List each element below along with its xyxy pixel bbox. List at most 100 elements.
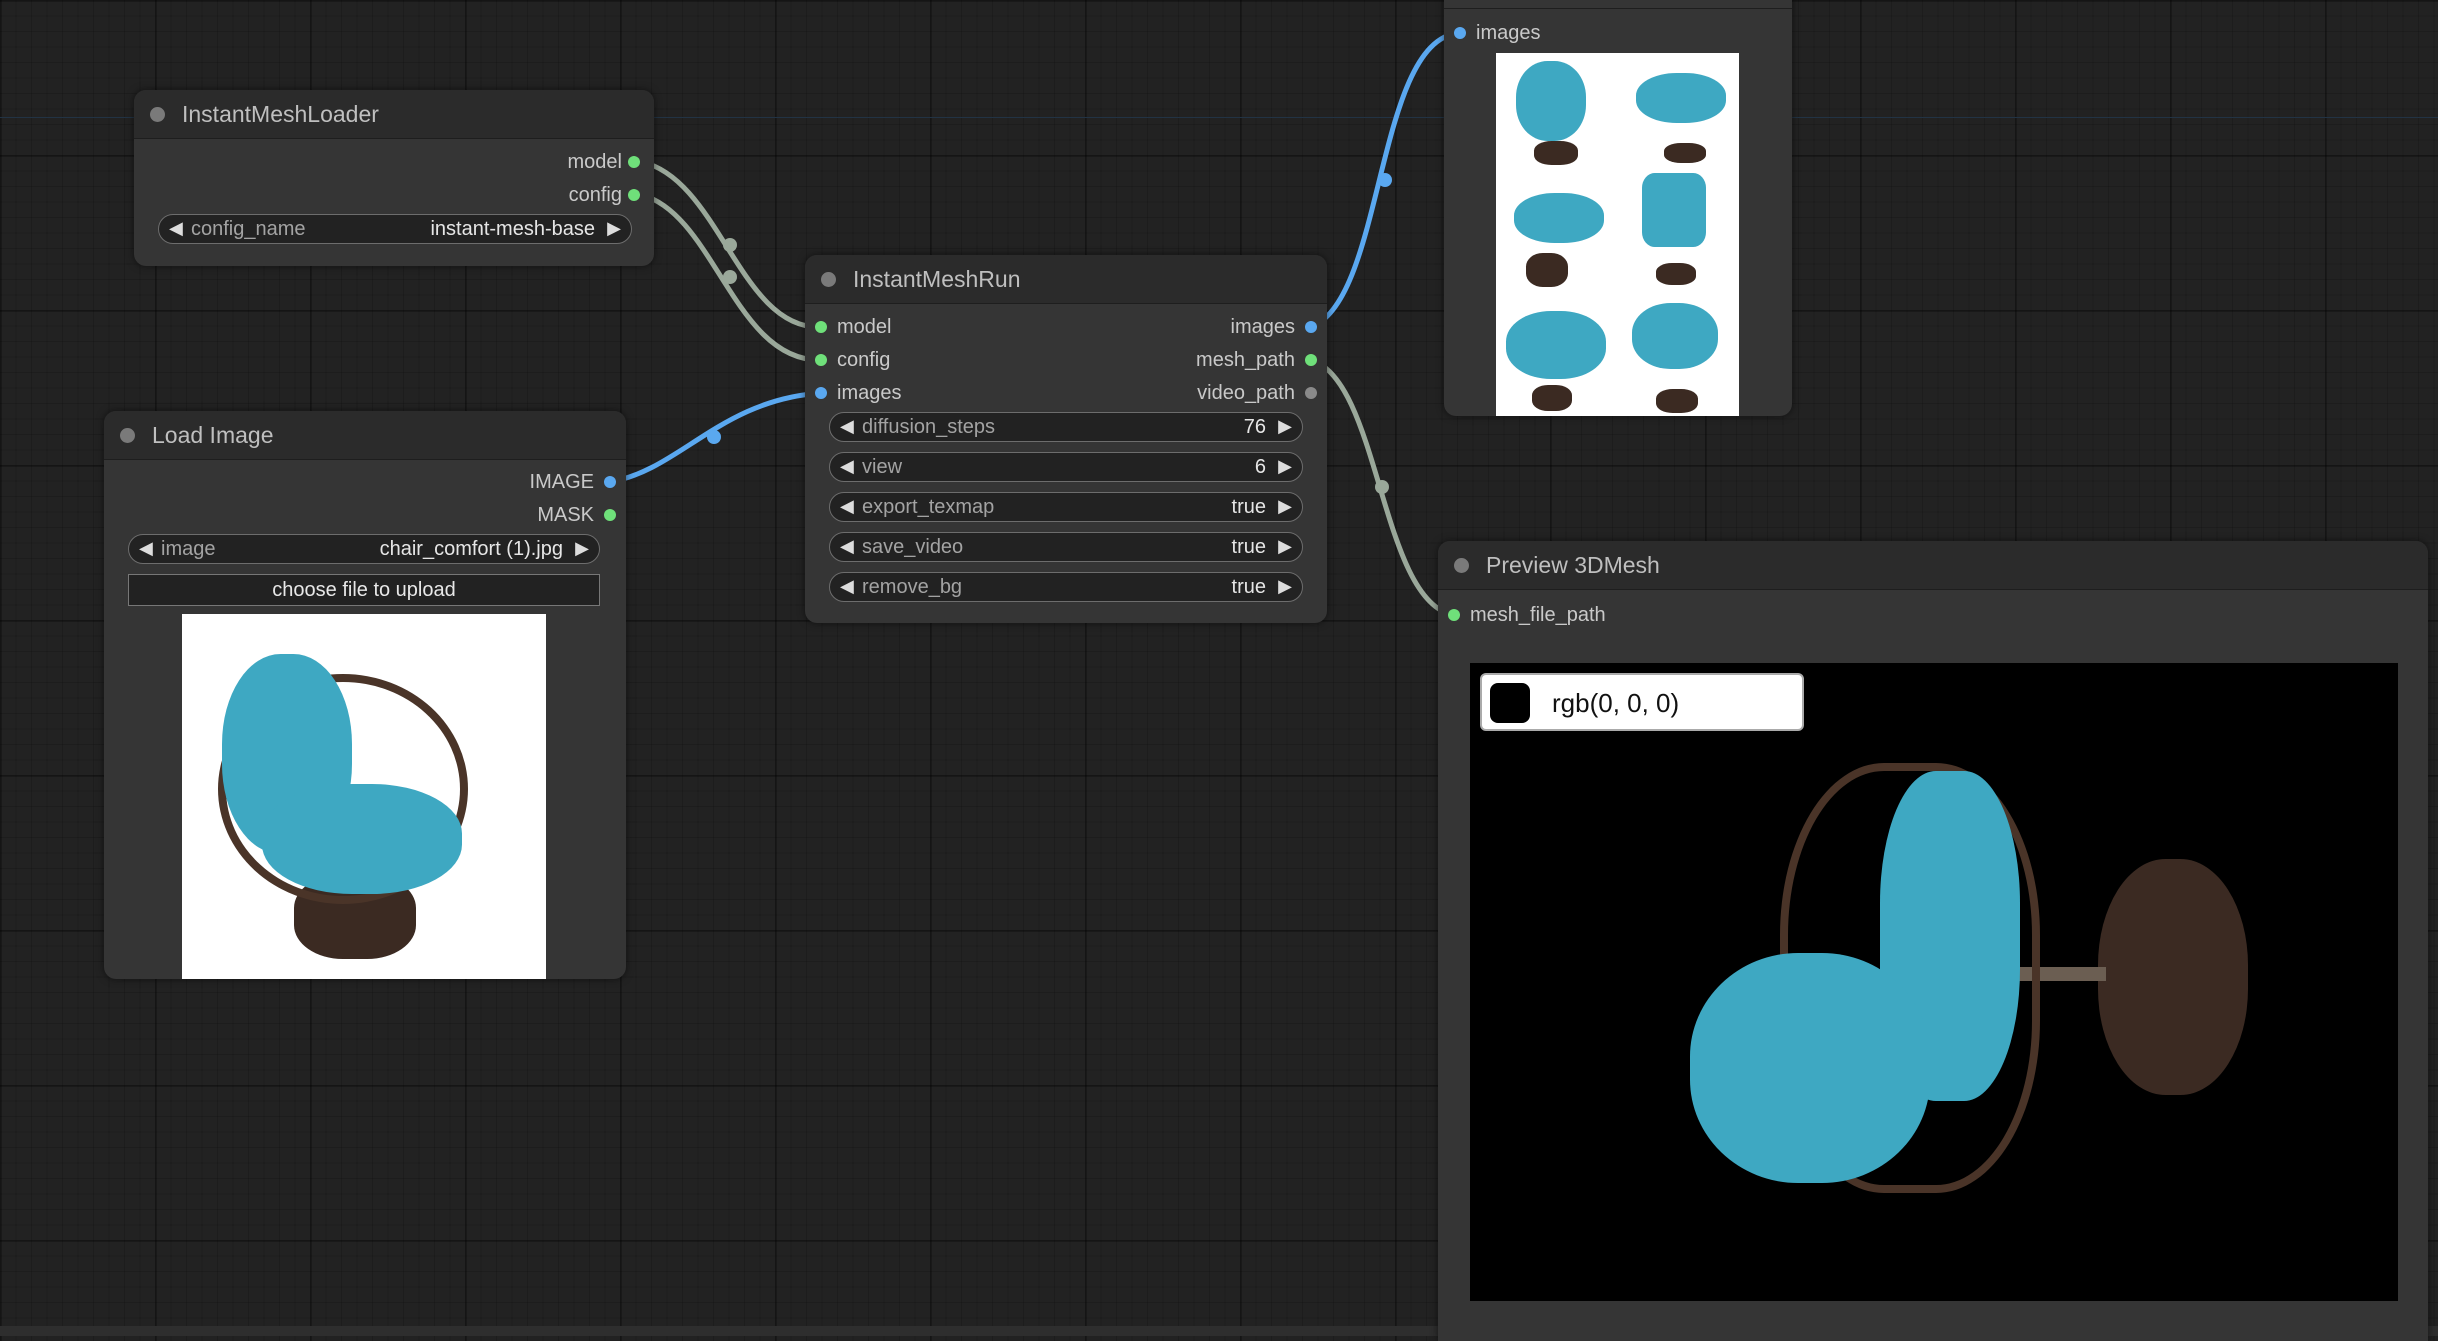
triangle-right-icon[interactable]: ▶ [1278, 416, 1292, 437]
triangle-right-icon[interactable]: ▶ [1278, 456, 1292, 477]
output-label-config: config [568, 184, 622, 206]
output-slot-mask[interactable] [604, 509, 616, 521]
widget-label: diffusion_steps [862, 416, 996, 438]
node-title: InstantMeshLoader [182, 101, 379, 127]
widget-label: image [161, 538, 216, 560]
triangle-left-icon[interactable]: ◀ [139, 538, 153, 559]
input-label-config: config [837, 349, 891, 371]
node-load-image[interactable]: Load Image IMAGE MASK ◀ image chair_comf… [104, 411, 626, 979]
output-label-model: model [567, 151, 622, 173]
node-title-bar[interactable]: Preview 3DMesh [1438, 541, 2428, 590]
triangle-left-icon[interactable]: ◀ [840, 496, 854, 517]
widget-value: true [1231, 536, 1266, 558]
circle-dot-icon[interactable] [120, 428, 135, 443]
circle-dot-icon[interactable] [150, 107, 165, 122]
view-3-base [1526, 253, 1568, 287]
output-slot-mesh-path[interactable] [1305, 354, 1317, 366]
view-5-cushion [1506, 311, 1606, 379]
node-instant-mesh-loader[interactable]: InstantMeshLoader model config ◀ config_… [134, 90, 654, 266]
output-label-video-path: video_path [1197, 382, 1295, 404]
widget-remove-bg[interactable]: ◀ remove_bg true ▶ [829, 572, 1303, 602]
output-label-mask: MASK [537, 504, 594, 526]
circle-dot-icon[interactable] [1454, 558, 1469, 573]
chair-cushion-seat [262, 784, 462, 894]
color-swatch[interactable] [1490, 683, 1530, 723]
output-label-mesh-path: mesh_path [1196, 349, 1295, 371]
node-instant-mesh-run[interactable]: InstantMeshRun model config images image… [805, 255, 1327, 623]
reroute-dot-mesh [1375, 480, 1389, 494]
triangle-left-icon[interactable]: ◀ [840, 576, 854, 597]
link-config [641, 192, 822, 363]
circle-dot-icon[interactable] [821, 272, 836, 287]
widget-save-video[interactable]: ◀ save_video true ▶ [829, 532, 1303, 562]
bg-color-picker[interactable]: rgb(0, 0, 0) [1480, 673, 1804, 731]
reroute-dot-model [723, 238, 737, 252]
input-slot-images[interactable] [815, 387, 827, 399]
reroute-dot-config [723, 270, 737, 284]
widget-value: true [1231, 496, 1266, 518]
widget-label: view [862, 456, 903, 478]
triangle-left-icon[interactable]: ◀ [169, 218, 183, 239]
triangle-right-icon[interactable]: ▶ [575, 538, 589, 559]
triangle-left-icon[interactable]: ◀ [840, 416, 854, 437]
link-model [641, 159, 822, 330]
link-preview-images [1310, 30, 1460, 330]
widget-image-select[interactable]: ◀ image chair_comfort (1).jpg ▶ [128, 534, 600, 564]
reroute-dot-preview [1378, 173, 1392, 187]
input-label-model: model [837, 316, 892, 338]
widget-export-texmap[interactable]: ◀ export_texmap true ▶ [829, 492, 1303, 522]
triangle-right-icon[interactable]: ▶ [1278, 576, 1292, 597]
output-label-images: images [1230, 316, 1295, 338]
view-2-base [1664, 143, 1706, 163]
widget-label: save_video [862, 536, 964, 558]
mesh-cushion-seat [1690, 953, 1930, 1183]
output-slot-images[interactable] [1305, 321, 1317, 333]
output-label-image: IMAGE [529, 471, 594, 493]
widget-label: remove_bg [862, 576, 963, 598]
multiview-image-preview [1496, 53, 1739, 416]
view-1-cushion [1516, 61, 1586, 141]
node-title: Load Image [152, 422, 274, 448]
widget-value: true [1231, 576, 1266, 598]
triangle-left-icon[interactable]: ◀ [840, 536, 854, 557]
input-label-images: images [1476, 22, 1541, 44]
view-6-cushion [1632, 303, 1718, 369]
widget-diffusion-steps[interactable]: ◀ diffusion_steps 76 ▶ [829, 412, 1303, 442]
widget-value: chair_comfort (1).jpg [379, 538, 563, 560]
output-slot-video-path[interactable] [1305, 387, 1317, 399]
widget-value: instant-mesh-base [430, 218, 595, 240]
bg-color-value: rgb(0, 0, 0) [1552, 688, 1680, 718]
node-title-bar[interactable]: InstantMeshLoader [134, 90, 654, 139]
triangle-left-icon[interactable]: ◀ [840, 456, 854, 477]
input-slot-config[interactable] [815, 354, 827, 366]
view-4-base [1656, 263, 1696, 285]
triangle-right-icon[interactable]: ▶ [1278, 536, 1292, 557]
output-slot-image[interactable] [604, 476, 616, 488]
node-title-bar[interactable]: Load Image [104, 411, 626, 460]
output-slot-model[interactable] [628, 156, 640, 168]
triangle-right-icon[interactable]: ▶ [1278, 496, 1292, 517]
node-title-bar[interactable]: InstantMeshRun [805, 255, 1327, 304]
widget-config-name[interactable]: ◀ config_name instant-mesh-base ▶ [158, 214, 632, 244]
input-slot-model[interactable] [815, 321, 827, 333]
upload-button[interactable]: choose file to upload [128, 574, 600, 606]
input-slot-mesh-file-path[interactable] [1448, 609, 1460, 621]
widget-label: export_texmap [862, 496, 995, 518]
view-5-base [1532, 385, 1572, 411]
output-slot-config[interactable] [628, 189, 640, 201]
widget-view[interactable]: ◀ view 6 ▶ [829, 452, 1303, 482]
mesh-viewer[interactable]: rgb(0, 0, 0) [1470, 663, 2398, 1301]
triangle-right-icon[interactable]: ▶ [607, 218, 621, 239]
input-slot-images[interactable] [1454, 27, 1466, 39]
widget-value: 6 [1254, 456, 1266, 478]
input-label-images: images [837, 382, 902, 404]
view-1-base [1534, 141, 1578, 165]
node-preview-image[interactable]: images [1444, 0, 1792, 416]
node-preview-3dmesh[interactable]: Preview 3DMesh mesh_file_path rgb(0, 0, … [1438, 541, 2428, 1341]
view-3-cushion [1514, 193, 1604, 243]
node-title: InstantMeshRun [853, 266, 1021, 292]
widget-value: 76 [1243, 416, 1266, 438]
reroute-dot-image [707, 430, 721, 444]
input-label-mesh-file-path: mesh_file_path [1470, 604, 1606, 626]
node-title-edge [1444, 0, 1792, 9]
